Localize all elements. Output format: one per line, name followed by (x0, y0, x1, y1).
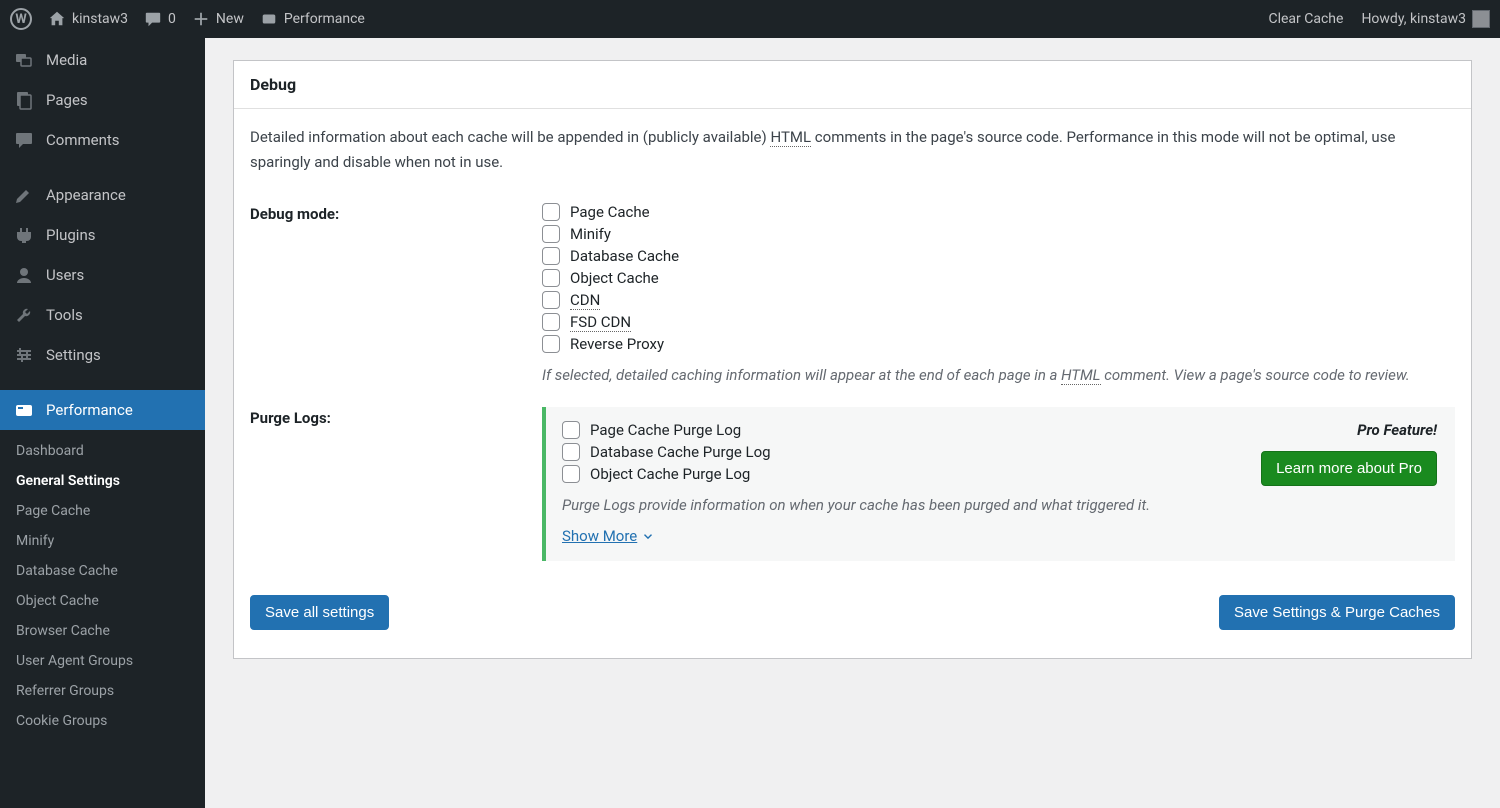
content-area: Debug Detailed information about each ca… (205, 38, 1500, 808)
checkbox-reverse-proxy[interactable] (542, 335, 560, 353)
submenu-database-cache[interactable]: Database Cache (0, 556, 205, 586)
howdy-text: Howdy, kinstaw3 (1361, 11, 1466, 27)
checkbox-cdn[interactable] (542, 291, 560, 309)
debug-card: Debug Detailed information about each ca… (233, 60, 1472, 659)
appearance-icon (14, 185, 34, 205)
checkbox-page-cache[interactable] (542, 203, 560, 221)
wordpress-icon: W (10, 8, 32, 30)
clear-cache-link[interactable]: Clear Cache (1268, 11, 1343, 27)
card-title: Debug (250, 75, 1455, 94)
card-header: Debug (234, 61, 1471, 109)
debug-mode-label: Debug mode: (250, 203, 512, 387)
save-all-button[interactable]: Save all settings (250, 595, 389, 630)
purge-help: Purge Logs provide information on when y… (562, 493, 1217, 517)
performance-submenu: Dashboard General Settings Page Cache Mi… (0, 430, 205, 746)
label-object-purge-log: Object Cache Purge Log (590, 465, 750, 483)
sidebar-item-media[interactable]: Media (0, 40, 205, 80)
submenu-browser-cache[interactable]: Browser Cache (0, 616, 205, 646)
new-label: New (216, 11, 244, 27)
purge-logs-label: Purge Logs: (250, 407, 512, 561)
checkbox-database-cache[interactable] (542, 247, 560, 265)
site-name: kinstaw3 (72, 11, 128, 27)
pro-feature-badge: Pro Feature! (1237, 421, 1437, 439)
label-reverse-proxy: Reverse Proxy (570, 335, 664, 353)
avatar (1472, 10, 1490, 28)
label-page-cache: Page Cache (570, 203, 650, 221)
checkbox-page-purge-log[interactable] (562, 421, 580, 439)
media-icon (14, 50, 34, 70)
sidebar-item-comments[interactable]: Comments (0, 120, 205, 160)
comments-link[interactable]: 0 (144, 10, 176, 28)
pages-icon (14, 90, 34, 110)
comment-count: 0 (168, 11, 176, 27)
tools-icon (14, 305, 34, 325)
site-link[interactable]: kinstaw3 (48, 10, 128, 28)
sidebar-item-pages[interactable]: Pages (0, 80, 205, 120)
label-minify: Minify (570, 225, 611, 243)
users-icon (14, 265, 34, 285)
submenu-cookie-groups[interactable]: Cookie Groups (0, 706, 205, 736)
label-page-purge-log: Page Cache Purge Log (590, 421, 741, 439)
card-description: Detailed information about each cache wi… (250, 125, 1455, 175)
comments-icon (14, 130, 34, 150)
debug-mode-row: Debug mode: Page Cache Minify Database C… (250, 203, 1455, 387)
submenu-page-cache[interactable]: Page Cache (0, 496, 205, 526)
submenu-user-agent-groups[interactable]: User Agent Groups (0, 646, 205, 676)
save-purge-button[interactable]: Save Settings & Purge Caches (1219, 595, 1455, 630)
comment-icon (144, 10, 162, 28)
pro-box: Page Cache Purge Log Database Cache Purg… (542, 407, 1455, 561)
submenu-general-settings[interactable]: General Settings (0, 466, 205, 496)
label-cdn: CDN (570, 291, 600, 309)
label-fsd-cdn: FSD CDN (570, 313, 631, 331)
label-database-purge-log: Database Cache Purge Log (590, 443, 771, 461)
checkbox-fsd-cdn[interactable] (542, 313, 560, 331)
show-more-link[interactable]: Show More (562, 527, 655, 545)
wp-logo[interactable]: W (10, 8, 32, 30)
home-icon (48, 10, 66, 28)
performance-link[interactable]: Performance (260, 10, 365, 28)
label-object-cache: Object Cache (570, 269, 659, 287)
submenu-minify[interactable]: Minify (0, 526, 205, 556)
plugins-icon (14, 225, 34, 245)
sidebar-item-appearance[interactable]: Appearance (0, 175, 205, 215)
checkbox-object-cache[interactable] (542, 269, 560, 287)
new-link[interactable]: New (192, 10, 244, 28)
checkbox-object-purge-log[interactable] (562, 465, 580, 483)
sidebar-item-plugins[interactable]: Plugins (0, 215, 205, 255)
admin-bar: W kinstaw3 0 New Performance Clear Cache… (0, 0, 1500, 38)
purge-logs-row: Purge Logs: Page Cache Purge Log Databas… (250, 407, 1455, 561)
account-link[interactable]: Howdy, kinstaw3 (1361, 10, 1490, 28)
submenu-dashboard[interactable]: Dashboard (0, 436, 205, 466)
label-database-cache: Database Cache (570, 247, 679, 265)
sidebar-item-performance[interactable]: Performance (0, 390, 205, 430)
footer-actions: Save all settings Save Settings & Purge … (250, 595, 1455, 642)
learn-more-button[interactable]: Learn more about Pro (1261, 451, 1437, 486)
checkbox-minify[interactable] (542, 225, 560, 243)
checkbox-database-purge-log[interactable] (562, 443, 580, 461)
sidebar-item-users[interactable]: Users (0, 255, 205, 295)
performance-label: Performance (284, 11, 365, 27)
debug-help: If selected, detailed caching informatio… (542, 363, 1455, 387)
admin-sidebar: Media Pages Comments Appearance Plugins … (0, 38, 205, 808)
submenu-referrer-groups[interactable]: Referrer Groups (0, 676, 205, 706)
performance-icon (260, 10, 278, 28)
chevron-down-icon (641, 529, 655, 543)
performance-menu-icon (14, 400, 34, 420)
settings-icon (14, 345, 34, 365)
submenu-object-cache[interactable]: Object Cache (0, 586, 205, 616)
plus-icon (192, 10, 210, 28)
sidebar-item-tools[interactable]: Tools (0, 295, 205, 335)
sidebar-item-settings[interactable]: Settings (0, 335, 205, 375)
